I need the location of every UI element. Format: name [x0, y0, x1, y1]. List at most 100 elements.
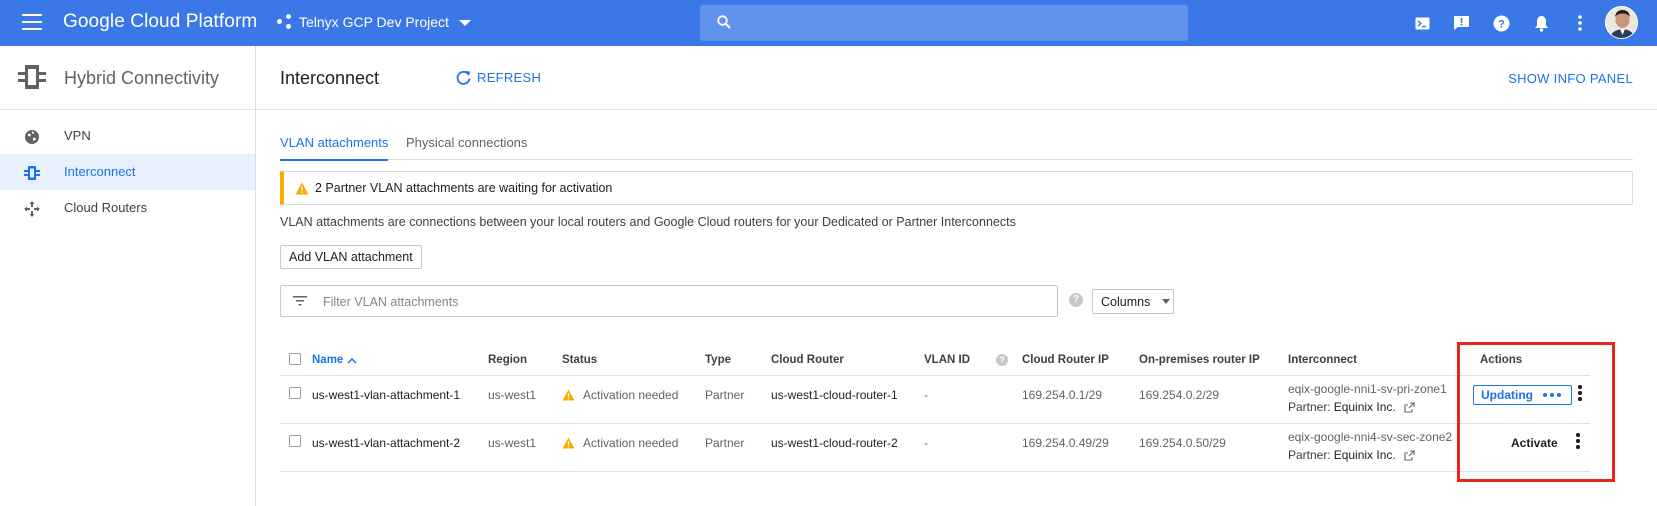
partner-label: Partner:: [1288, 400, 1331, 414]
partner-name: Equinix Inc.: [1333, 400, 1396, 414]
table-row: us-west1-vlan-attachment-1 us-west1 Acti…: [280, 376, 1590, 424]
warning-icon: [562, 437, 575, 449]
table-header: Name Region Status Type Cloud Router VLA…: [280, 344, 1590, 376]
status-text: Activation needed: [583, 388, 679, 402]
help-icon[interactable]: ?: [1491, 13, 1511, 33]
partner-info: Partner: Equinix Inc.: [1288, 448, 1415, 462]
select-all-checkbox[interactable]: [289, 353, 301, 365]
interconnect-name: eqix-google-nni4-sv-sec-zone2: [1288, 430, 1453, 444]
sidebar: Hybrid Connectivity VPN Interconnect Clo…: [0, 46, 256, 506]
sidebar-item-label: VPN: [64, 128, 91, 143]
filter-icon: [293, 296, 307, 306]
interconnect-name: eqix-google-nni1-sv-pri-zone1: [1288, 382, 1447, 396]
top-bar: Google Cloud Platform Telnyx GCP Dev Pro…: [0, 0, 1657, 46]
external-link-icon[interactable]: [1404, 401, 1415, 413]
refresh-button[interactable]: REFRESH: [456, 70, 541, 85]
avatar[interactable]: [1605, 6, 1638, 39]
region: us-west1: [488, 388, 537, 402]
more-vert-icon[interactable]: [1570, 13, 1590, 33]
tab-vlan-attachments[interactable]: VLAN attachments: [280, 135, 389, 161]
vlan-id: -: [924, 388, 928, 402]
cloud-shell-icon[interactable]: [1412, 13, 1432, 33]
attachment-name[interactable]: us-west1-vlan-attachment-2: [312, 436, 460, 450]
brand-title[interactable]: Google Cloud Platform: [63, 11, 257, 33]
add-vlan-attachment-button[interactable]: Add VLAN attachment: [280, 245, 422, 269]
region: us-west1: [488, 436, 537, 450]
search-input[interactable]: [700, 5, 1188, 41]
external-link-icon[interactable]: [1404, 449, 1415, 461]
column-vlan-id-label: VLAN ID: [924, 354, 970, 366]
row-checkbox[interactable]: [289, 387, 301, 399]
sidebar-item-interconnect[interactable]: Interconnect: [0, 154, 255, 190]
project-icon: [277, 14, 293, 30]
router-icon: [24, 201, 40, 217]
column-region-header[interactable]: Region: [488, 354, 527, 366]
column-name-label: Name: [312, 354, 344, 366]
attachment-name[interactable]: us-west1-vlan-attachment-1: [312, 388, 460, 402]
vlan-attachments-table: Name Region Status Type Cloud Router VLA…: [280, 344, 1590, 472]
tab-bar: VLAN attachments Physical connections: [280, 127, 1633, 161]
partner-info: Partner: Equinix Inc.: [1288, 400, 1415, 414]
sidebar-item-label: Cloud Routers: [64, 200, 148, 215]
row-checkbox[interactable]: [289, 435, 301, 447]
sort-ascending-icon: [347, 357, 357, 364]
menu-icon[interactable]: [22, 14, 42, 30]
project-selector[interactable]: Telnyx GCP Dev Project: [277, 14, 471, 30]
sidebar-item-cloud-routers[interactable]: Cloud Routers: [0, 190, 255, 226]
warning-icon: [295, 182, 309, 194]
cloud-router-link[interactable]: us-west1-cloud-router-1: [771, 388, 898, 402]
sidebar-header: Hybrid Connectivity: [0, 46, 255, 110]
column-status-header[interactable]: Status: [562, 354, 597, 366]
column-name-header[interactable]: Name: [312, 354, 357, 366]
filter-input[interactable]: Filter VLAN attachments: [280, 285, 1058, 317]
hybrid-connectivity-icon: [18, 65, 46, 89]
vlan-id: -: [924, 436, 928, 450]
warning-icon: [562, 389, 575, 401]
status-text: Activation needed: [583, 436, 679, 450]
chevron-down-icon: [1162, 299, 1171, 304]
refresh-label: REFRESH: [477, 70, 542, 85]
notifications-icon[interactable]: [1531, 13, 1551, 33]
column-onprem-ip-header[interactable]: On-premises router IP: [1139, 354, 1260, 366]
filter-placeholder: Filter VLAN attachments: [323, 295, 459, 309]
tab-physical-connections[interactable]: Physical connections: [406, 135, 527, 159]
globe-icon: [25, 130, 39, 144]
help-icon[interactable]: ?: [996, 354, 1008, 366]
cloud-router-ip: 169.254.0.49/29: [1022, 436, 1109, 450]
column-type-header[interactable]: Type: [705, 354, 731, 366]
type: Partner: [705, 436, 745, 450]
activation-warning-banner: 2 Partner VLAN attachments are waiting f…: [280, 171, 1633, 205]
column-interconnect-header[interactable]: Interconnect: [1288, 354, 1357, 366]
refresh-icon: [456, 70, 471, 85]
column-vlan-id-header[interactable]: VLAN ID ?: [924, 354, 1008, 366]
partner-label: Partner:: [1288, 448, 1331, 462]
type: Partner: [705, 388, 745, 402]
columns-dropdown[interactable]: Columns: [1092, 289, 1174, 314]
column-cloud-router-header[interactable]: Cloud Router: [771, 354, 844, 366]
sidebar-item-vpn[interactable]: VPN: [0, 118, 255, 154]
help-icon[interactable]: ?: [1069, 293, 1083, 307]
column-cloud-router-ip-header[interactable]: Cloud Router IP: [1022, 354, 1109, 366]
warning-text: 2 Partner VLAN attachments are waiting f…: [315, 181, 613, 195]
onprem-router-ip: 169.254.0.50/29: [1139, 436, 1226, 450]
interconnect-icon: [24, 166, 40, 180]
sidebar-title: Hybrid Connectivity: [64, 68, 220, 88]
actions-highlight-box: [1457, 342, 1615, 482]
columns-label: Columns: [1101, 294, 1151, 309]
svg-text:?: ?: [1498, 18, 1505, 30]
status: Activation needed: [562, 436, 678, 450]
feedback-icon[interactable]: [1451, 13, 1471, 33]
cloud-router-link[interactable]: us-west1-cloud-router-2: [771, 436, 898, 450]
project-name: Telnyx GCP Dev Project: [299, 14, 449, 30]
search-icon: [717, 15, 731, 29]
page-description: VLAN attachments are connections between…: [280, 215, 1016, 229]
onprem-router-ip: 169.254.0.2/29: [1139, 388, 1220, 402]
partner-name: Equinix Inc.: [1333, 448, 1396, 462]
table-row: us-west1-vlan-attachment-2 us-west1 Acti…: [280, 424, 1590, 472]
page-title: Interconnect: [280, 68, 380, 88]
cloud-router-ip: 169.254.0.1/29: [1022, 388, 1103, 402]
show-info-panel-button[interactable]: SHOW INFO PANEL: [1508, 71, 1633, 86]
page-header: Interconnect REFRESH SHOW INFO PANEL: [256, 46, 1657, 110]
chevron-down-icon: [458, 20, 471, 26]
status: Activation needed: [562, 388, 678, 402]
